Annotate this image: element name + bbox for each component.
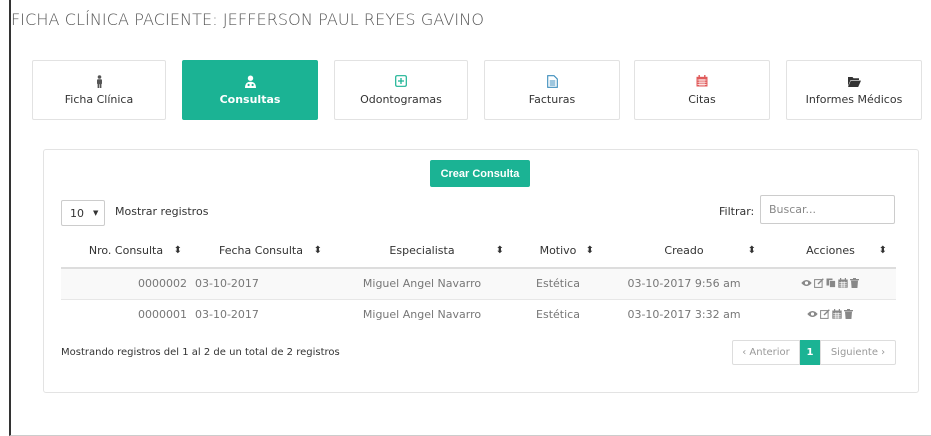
records-length-select[interactable]: 10 ▼ <box>61 200 105 226</box>
tab-facturas[interactable]: Facturas <box>484 60 620 120</box>
user-md-icon <box>243 74 257 88</box>
sort-icon: ⬍ <box>585 245 594 256</box>
calendar-icon[interactable] <box>831 309 842 320</box>
tab-label: Facturas <box>528 93 576 106</box>
cell-fecha-consulta: 03-10-2017 <box>191 267 331 299</box>
cell-creado: 03-10-2017 3:32 am <box>603 298 765 330</box>
pagination-next[interactable]: Siguiente › <box>820 340 896 365</box>
cell-nro-consulta: 0000001 <box>61 298 191 330</box>
folder-open-icon <box>847 74 861 88</box>
page-title: FICHA CLÍNICA PACIENTE: JEFFERSON PAUL R… <box>11 10 485 29</box>
column-header-nro-consulta[interactable]: Nro. Consulta ⬍ <box>61 234 191 269</box>
pagination-page-current[interactable]: 1 <box>800 340 820 365</box>
tab-ficha-clinica[interactable]: Ficha Clínica <box>32 60 166 120</box>
cell-creado: 03-10-2017 9:56 am <box>603 267 765 299</box>
cell-acciones <box>765 298 896 330</box>
cell-fecha-consulta: 03-10-2017 <box>191 298 331 330</box>
file-icon <box>545 74 559 88</box>
edit-icon[interactable] <box>819 309 830 320</box>
column-header-motivo[interactable]: Motivo ⬍ <box>513 234 603 269</box>
eye-icon[interactable] <box>801 278 812 289</box>
calendar-icon[interactable] <box>837 278 848 289</box>
pagination: ‹ Anterior 1 Siguiente › <box>732 340 896 365</box>
table-info: Mostrando registros del 1 al 2 de un tot… <box>61 347 340 358</box>
crear-consulta-button[interactable]: Crear Consulta <box>430 160 530 187</box>
edit-icon[interactable] <box>813 278 824 289</box>
consultas-panel: Crear Consulta 10 ▼ Mostrar registros Fi… <box>43 149 919 393</box>
sort-icon: ⬍ <box>878 245 887 256</box>
consultas-table: Nro. Consulta ⬍ Fecha Consulta ⬍ Especiali… <box>61 234 896 330</box>
copy-icon[interactable] <box>825 278 836 289</box>
cell-motivo: Estética <box>513 298 603 330</box>
caret-down-icon: ▼ <box>93 209 99 217</box>
eye-icon[interactable] <box>807 309 818 320</box>
tab-informes-medicos[interactable]: Informes Médicos <box>786 60 922 120</box>
column-header-especialista[interactable]: Especialista ⬍ <box>331 234 513 269</box>
sort-icon: ⬍ <box>747 245 756 256</box>
records-length-value: 10 <box>70 206 84 220</box>
tab-label: Ficha Clínica <box>64 93 134 106</box>
trash-icon[interactable] <box>843 309 854 320</box>
sort-icon: ⬍ <box>313 245 322 256</box>
pagination-previous[interactable]: ‹ Anterior <box>732 340 800 365</box>
records-length-label: Mostrar registros <box>115 205 209 218</box>
calendar-icon <box>695 74 709 88</box>
tab-consultas[interactable]: Consultas <box>182 60 318 120</box>
cell-nro-consulta: 0000002 <box>61 267 191 299</box>
cell-especialista: Miguel Angel Navarro <box>331 267 513 299</box>
trash-icon[interactable] <box>849 278 860 289</box>
search-input[interactable] <box>760 195 895 224</box>
tab-label: Consultas <box>219 93 281 106</box>
tab-odontogramas[interactable]: Odontogramas <box>334 60 468 120</box>
table-row: 0000001 03-10-2017 Miguel Angel Navarro … <box>61 298 896 330</box>
tab-label: Citas <box>688 93 716 106</box>
cell-motivo: Estética <box>513 267 603 299</box>
cell-acciones <box>765 267 896 299</box>
sort-icon: ⬍ <box>495 245 504 256</box>
filter-label: Filtrar: <box>719 205 755 218</box>
tab-citas[interactable]: Citas <box>634 60 770 120</box>
column-header-fecha-consulta[interactable]: Fecha Consulta ⬍ <box>191 234 331 269</box>
column-header-acciones[interactable]: Acciones ⬍ <box>765 234 896 269</box>
table-row: 0000002 03-10-2017 Miguel Angel Navarro … <box>61 267 896 299</box>
cell-especialista: Miguel Angel Navarro <box>331 298 513 330</box>
person-icon <box>92 74 106 88</box>
sort-icon: ⬍ <box>173 245 182 256</box>
column-header-creado[interactable]: Creado ⬍ <box>603 234 765 269</box>
tab-label: Informes Médicos <box>805 93 903 106</box>
tab-label: Odontogramas <box>360 93 442 106</box>
main-frame: FICHA CLÍNICA PACIENTE: JEFFERSON PAUL R… <box>9 0 931 436</box>
plus-square-icon <box>394 74 408 88</box>
